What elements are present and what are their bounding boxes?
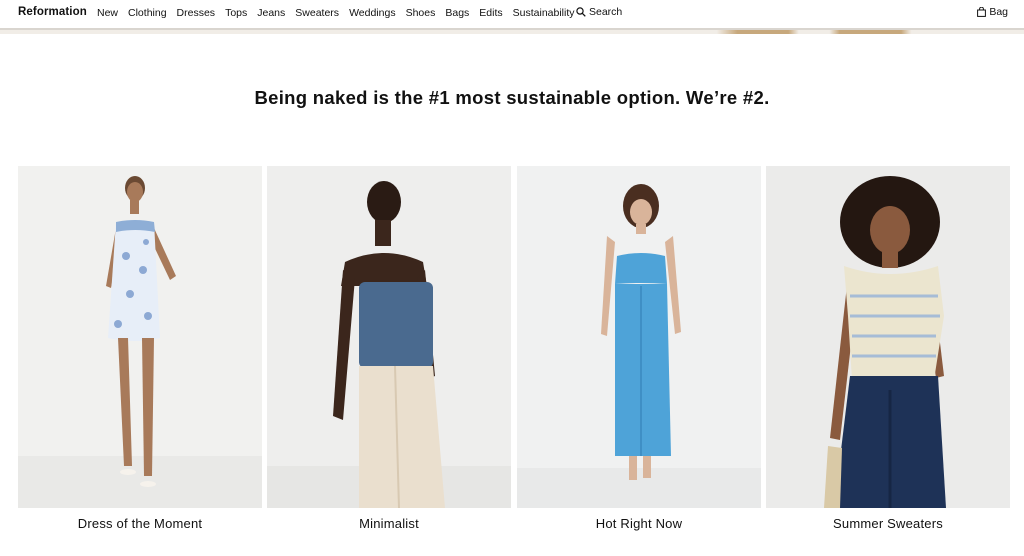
search-button[interactable]: Search bbox=[576, 6, 622, 18]
bag-label: Bag bbox=[989, 6, 1008, 18]
category-tile-minimalist[interactable] bbox=[267, 166, 511, 508]
category-tile-dress-of-the-moment[interactable] bbox=[18, 166, 262, 508]
nav-link-clothing[interactable]: Clothing bbox=[128, 7, 167, 19]
nav-link-dresses[interactable]: Dresses bbox=[177, 7, 216, 19]
category-image-sweater bbox=[766, 166, 1010, 508]
nav-link-tops[interactable]: Tops bbox=[225, 7, 247, 19]
category-image-dress bbox=[18, 166, 262, 508]
nav-link-new[interactable]: New bbox=[97, 7, 118, 19]
category-image-blue-dress bbox=[517, 166, 761, 508]
nav-link-shoes[interactable]: Shoes bbox=[406, 7, 436, 19]
search-icon bbox=[576, 7, 586, 17]
nav-link-sustainability[interactable]: Sustainability bbox=[513, 7, 575, 19]
nav-link-bags[interactable]: Bags bbox=[445, 7, 469, 19]
category-caption[interactable]: Summer Sweaters bbox=[766, 516, 1010, 531]
top-nav: Reformation New Clothing Dresses Tops Je… bbox=[0, 0, 1024, 28]
category-caption[interactable]: Hot Right Now bbox=[517, 516, 761, 531]
nav-link-sweaters[interactable]: Sweaters bbox=[295, 7, 339, 19]
bag-icon bbox=[977, 7, 987, 17]
search-label: Search bbox=[589, 6, 623, 18]
nav-links: New Clothing Dresses Tops Jeans Sweaters… bbox=[97, 7, 585, 19]
nav-link-jeans[interactable]: Jeans bbox=[257, 7, 285, 19]
hero-headline: Being naked is the #1 most sustainable o… bbox=[254, 87, 770, 108]
category-tile-hot-right-now[interactable] bbox=[517, 166, 761, 508]
category-image-minimalist bbox=[267, 166, 511, 508]
brand-logo[interactable]: Reformation bbox=[18, 6, 87, 18]
category-caption[interactable]: Minimalist bbox=[267, 516, 511, 531]
bag-button[interactable]: Bag bbox=[977, 6, 1008, 18]
hero-image-edge bbox=[0, 30, 1024, 34]
category-tile-summer-sweaters[interactable] bbox=[766, 166, 1010, 508]
nav-link-weddings[interactable]: Weddings bbox=[349, 7, 396, 19]
nav-link-edits[interactable]: Edits bbox=[479, 7, 502, 19]
category-caption[interactable]: Dress of the Moment bbox=[18, 516, 262, 531]
